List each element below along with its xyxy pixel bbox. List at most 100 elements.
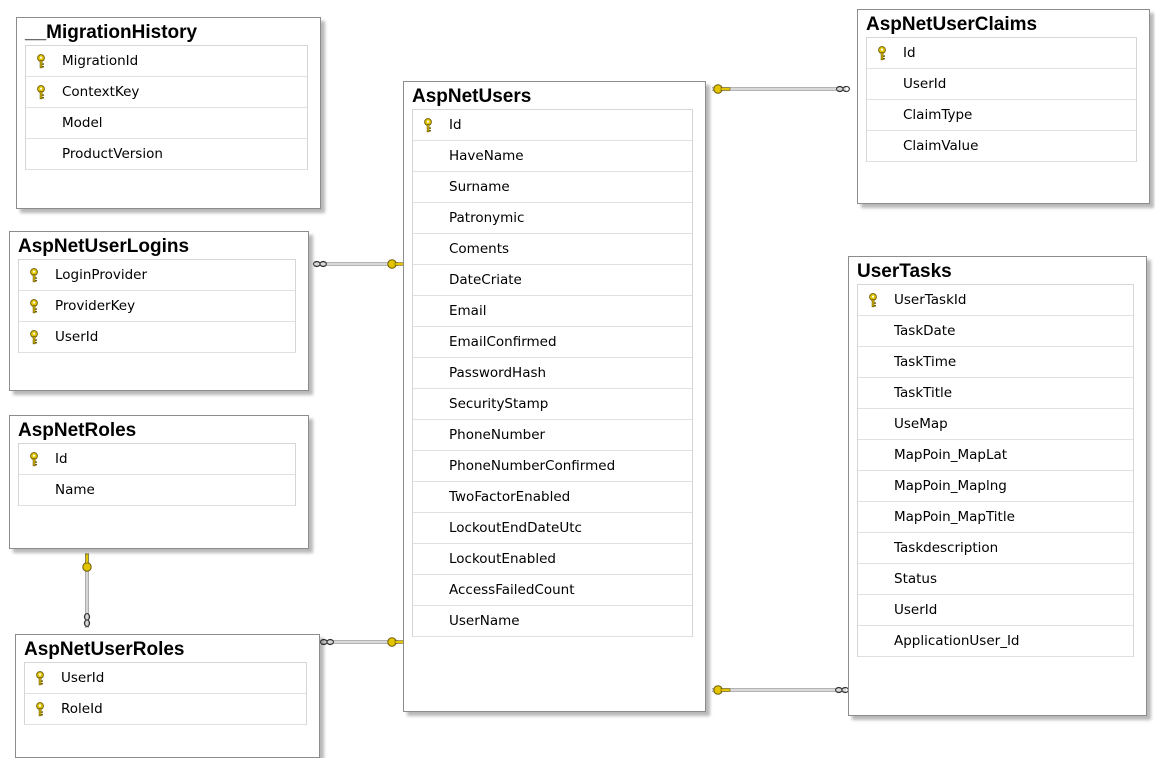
column-user-id[interactable]: UserId [867, 69, 1136, 100]
column-phone-number[interactable]: PhoneNumber [413, 420, 692, 451]
column-name: UserId [55, 329, 99, 345]
column-name: PhoneNumber [449, 427, 546, 443]
column-email[interactable]: Email [413, 296, 692, 327]
column-product-version[interactable]: ProductVersion [26, 139, 307, 170]
column-surname[interactable]: Surname [413, 172, 692, 203]
column-use-map[interactable]: UseMap [858, 409, 1133, 440]
column-user-id[interactable]: UserId [858, 595, 1133, 626]
column-list: Id HaveName Surname Patronymic Coments DateCr… [412, 109, 693, 637]
column-context-key[interactable]: ContextKey [26, 77, 307, 108]
column-name: Status [894, 571, 938, 587]
column-name: Id [903, 45, 916, 61]
column-status[interactable]: Status [858, 564, 1133, 595]
column-name: Surname [449, 179, 510, 195]
column-name: EmailConfirmed [449, 334, 557, 350]
relationship-many-icon [313, 260, 327, 268]
column-phone-number-confirmed[interactable]: PhoneNumberConfirmed [413, 451, 692, 482]
column-lockout-enabled[interactable]: LockoutEnabled [413, 544, 692, 575]
column-model[interactable]: Model [26, 108, 307, 139]
relationship-roles-userroles [82, 553, 92, 628]
column-claim-value[interactable]: ClaimValue [867, 131, 1136, 162]
column-name: SecurityStamp [449, 396, 549, 412]
column-patronymic[interactable]: Patronymic [413, 203, 692, 234]
relationship-users-userroles [320, 637, 405, 647]
column-date-criate[interactable]: DateCriate [413, 265, 692, 296]
column-name: UseMap [894, 416, 948, 432]
column-have-name[interactable]: HaveName [413, 141, 692, 172]
column-name: MapPoin_MapTitle [894, 509, 1015, 525]
column-name: AccessFailedCount [449, 582, 575, 598]
column-taskdescription[interactable]: Taskdescription [858, 533, 1133, 564]
table-title: __MigrationHistory [25, 22, 198, 43]
relationship-many-icon [836, 85, 850, 93]
column-map-poin-map-title[interactable]: MapPoin_MapTitle [858, 502, 1133, 533]
column-list: Id UserId ClaimType ClaimValue [866, 37, 1137, 162]
column-claim-type[interactable]: ClaimType [867, 100, 1136, 131]
column-name: UserTaskId [894, 292, 967, 308]
column-id[interactable]: Id [413, 110, 692, 141]
column-task-time[interactable]: TaskTime [858, 347, 1133, 378]
table-title: AspNetUserRoles [24, 639, 185, 660]
column-password-hash[interactable]: PasswordHash [413, 358, 692, 389]
relationship-key-icon [82, 553, 92, 572]
column-name: Name [55, 482, 95, 498]
column-list: UserTaskId TaskDate TaskTime TaskTitle UseMa… [857, 284, 1134, 657]
table-title: AspNetUsers [412, 86, 532, 107]
column-name: LockoutEndDateUtc [449, 520, 582, 536]
column-name: ClaimValue [903, 138, 979, 154]
column-coments[interactable]: Coments [413, 234, 692, 265]
column-map-poin-map-lat[interactable]: MapPoin_MapLat [858, 440, 1133, 471]
column-user-id[interactable]: UserId [19, 322, 295, 353]
relationship-key-icon [713, 685, 731, 695]
relationship-users-tasks [712, 685, 849, 695]
table-asp-net-users[interactable]: AspNetUsers Id HaveName Surname Patronymic C… [403, 81, 706, 712]
column-name[interactable]: Name [19, 475, 295, 506]
table-asp-net-user-claims[interactable]: AspNetUserClaims Id UserId ClaimType ClaimV… [857, 9, 1150, 204]
column-name: ClaimType [903, 107, 973, 123]
column-id[interactable]: Id [19, 444, 295, 475]
column-name: HaveName [449, 148, 524, 164]
column-user-task-id[interactable]: UserTaskId [858, 285, 1133, 316]
relationship-key-icon [387, 637, 405, 647]
column-role-id[interactable]: RoleId [25, 694, 306, 725]
relationship-many-icon [320, 638, 334, 646]
column-migration-id[interactable]: MigrationId [26, 46, 307, 77]
column-name: Email [449, 303, 487, 319]
column-name: TwoFactorEnabled [449, 489, 571, 505]
table-asp-net-user-roles[interactable]: AspNetUserRoles UserId RoleId [15, 634, 320, 758]
column-security-stamp[interactable]: SecurityStamp [413, 389, 692, 420]
column-application-user-id[interactable]: ApplicationUser_Id [858, 626, 1133, 657]
column-access-failed-count[interactable]: AccessFailedCount [413, 575, 692, 606]
relationship-users-claims [712, 84, 850, 94]
column-login-provider[interactable]: LoginProvider [19, 260, 295, 291]
column-id[interactable]: Id [867, 38, 1136, 69]
column-task-date[interactable]: TaskDate [858, 316, 1133, 347]
column-provider-key[interactable]: ProviderKey [19, 291, 295, 322]
table-user-tasks[interactable]: UserTasks UserTaskId TaskDate TaskTime Task… [848, 256, 1147, 716]
column-name: Coments [449, 241, 510, 257]
column-task-title[interactable]: TaskTitle [858, 378, 1133, 409]
column-map-poin-maplng[interactable]: MapPoin_Maplng [858, 471, 1133, 502]
column-name: MapPoin_Maplng [894, 478, 1007, 494]
column-user-id[interactable]: UserId [25, 663, 306, 694]
column-name: UserId [61, 670, 105, 686]
column-name: Id [449, 117, 462, 133]
column-name: UserId [903, 76, 947, 92]
column-two-factor-enabled[interactable]: TwoFactorEnabled [413, 482, 692, 513]
table-title: AspNetUserLogins [18, 236, 190, 257]
column-name: UserName [449, 613, 520, 629]
table-title: AspNetRoles [18, 420, 137, 441]
table-migration-history[interactable]: __MigrationHistory MigrationId ContextKey… [16, 17, 321, 209]
column-name: ProviderKey [55, 298, 136, 314]
table-asp-net-roles[interactable]: AspNetRoles Id Name [9, 415, 309, 549]
table-title: AspNetUserClaims [866, 14, 1038, 35]
table-asp-net-user-logins[interactable]: AspNetUserLogins LoginProvider ProviderKe… [9, 231, 309, 391]
column-user-name[interactable]: UserName [413, 606, 692, 637]
column-name: Model [62, 115, 103, 131]
column-name: MapPoin_MapLat [894, 447, 1008, 463]
column-name: LoginProvider [55, 267, 148, 283]
column-email-confirmed[interactable]: EmailConfirmed [413, 327, 692, 358]
column-name: ProductVersion [62, 146, 163, 162]
column-lockout-end-date-utc[interactable]: LockoutEndDateUtc [413, 513, 692, 544]
column-name: ApplicationUser_Id [894, 633, 1020, 649]
